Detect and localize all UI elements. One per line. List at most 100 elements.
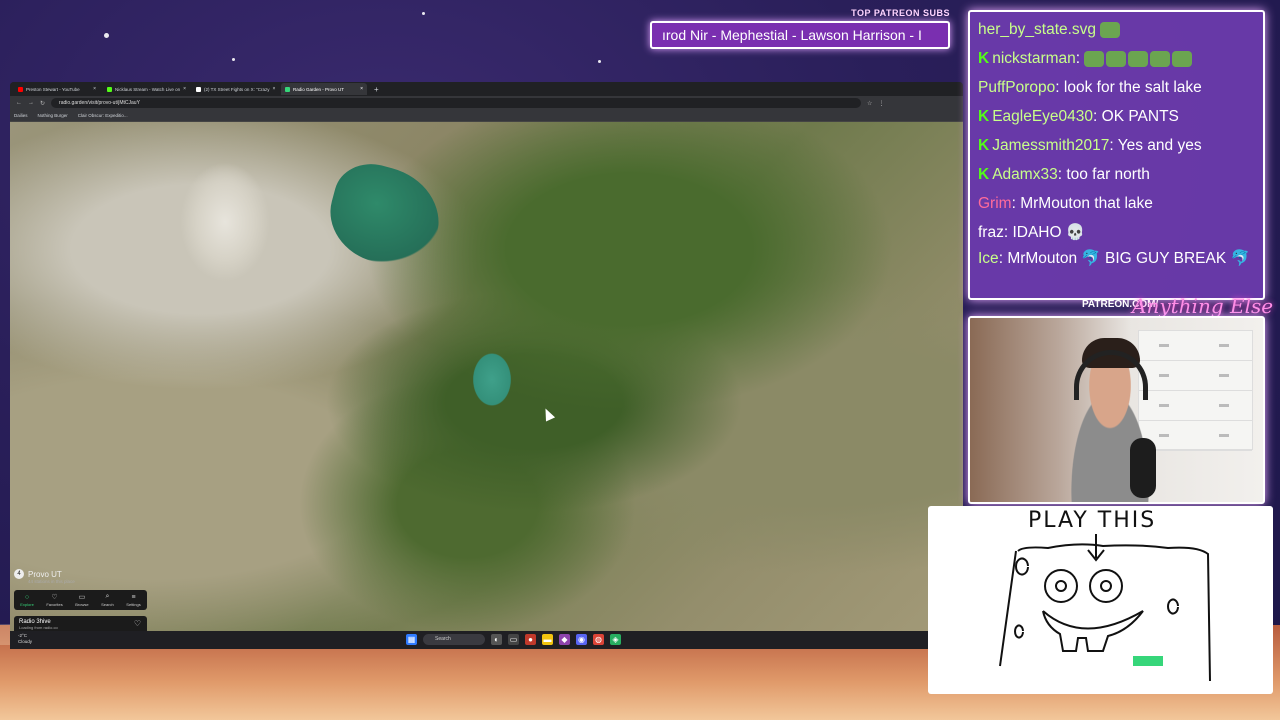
nav-browse[interactable]: ▭ Browse xyxy=(75,593,88,607)
spongebob-doodle-icon xyxy=(999,534,1211,682)
weather-widget[interactable]: -2°C Cloudy xyxy=(18,633,32,645)
nav-label: Explore xyxy=(20,601,34,607)
bookmark-item[interactable]: Clair Obscur: Expeditio... xyxy=(78,113,128,118)
bookmark-item[interactable]: Dailies xyxy=(14,113,28,118)
chat-username: PuffPoropo xyxy=(978,79,1056,96)
app-icon[interactable]: ◈ xyxy=(610,634,621,645)
chat-message: Ice: MrMouton 🐬 BIG GUY BREAK 🐬 xyxy=(978,250,1250,267)
chat-message: Grim: MrMouton that lake xyxy=(978,195,1153,212)
task-view-icon[interactable]: ▭ xyxy=(508,634,519,645)
chat-username: Adamx33 xyxy=(992,166,1058,183)
app-icon[interactable]: ● xyxy=(525,634,536,645)
chat-username: Grim xyxy=(978,195,1012,212)
mouse-cursor-icon xyxy=(540,406,556,422)
satellite-globe-map[interactable]: 4 Provo UT 44 stations in this place ○ E… xyxy=(10,122,963,649)
sky-star xyxy=(104,33,109,38)
x-icon xyxy=(196,86,201,92)
frog-emote-icon xyxy=(1100,21,1121,38)
new-tab-button[interactable]: + xyxy=(370,85,383,94)
nav-label: Browse xyxy=(75,602,89,607)
tab-x[interactable]: (2) TX Street Fights on X: "Crazy × xyxy=(192,83,278,95)
search-icon: ⌕ xyxy=(105,593,110,600)
tab-kick[interactable]: Nicklaus Stream - Watch Live on × xyxy=(103,83,189,95)
nav-explore[interactable]: ○ Explore xyxy=(20,594,34,607)
salt-flats xyxy=(180,162,270,282)
chat-username: fraz xyxy=(978,224,1004,241)
tab-bar: Preston Stewart - YouTube × Nicklaus Str… xyxy=(10,82,963,96)
microphone-icon xyxy=(1130,438,1156,498)
browse-icon: ▭ xyxy=(78,594,86,601)
copilot-icon[interactable]: ◐ xyxy=(491,634,502,645)
chrome-icon[interactable]: ◍ xyxy=(593,634,604,645)
tab-label: Nicklaus Stream - Watch Live on xyxy=(115,86,181,92)
nav-label: Favorites xyxy=(46,602,63,607)
viewer-drawing: PLAY THIS xyxy=(928,506,1273,694)
chat-message: K Adamx33: too far north xyxy=(978,160,1255,189)
nav-label: Search xyxy=(101,602,114,607)
kick-badge-icon: K xyxy=(978,137,990,154)
explore-icon: ○ xyxy=(24,593,30,601)
app-icon[interactable]: ◆ xyxy=(559,634,570,645)
location-subtitle: 44 stations in this place xyxy=(28,579,75,584)
forward-icon[interactable]: → xyxy=(28,100,34,106)
chat-username: nickstarman xyxy=(992,50,1076,67)
frog-emote-icon xyxy=(1172,50,1193,67)
close-tab-icon[interactable]: × xyxy=(93,86,96,92)
reload-icon[interactable]: ↻ xyxy=(40,100,45,107)
patreon-subs-ticker: TOP PATREON SUBS ırod Nir - Mephestial -… xyxy=(650,8,950,49)
radio-garden-icon xyxy=(285,86,290,92)
close-tab-icon[interactable]: × xyxy=(360,86,363,92)
url-input[interactable]: radio.garden/visit/provo-ut/jMtCJauY xyxy=(51,98,862,108)
location-name: Provo UT xyxy=(28,569,62,579)
file-explorer-icon[interactable]: ▬ xyxy=(542,634,553,645)
patreon-subs-header: TOP PATREON SUBS xyxy=(851,8,950,18)
chat-message: Knickstarman: xyxy=(978,44,1255,73)
location-pin-icon: 4 xyxy=(14,569,24,579)
heart-icon: ♡ xyxy=(51,594,58,601)
close-tab-icon[interactable]: × xyxy=(273,86,276,92)
nav-favorites[interactable]: ♡ Favorites xyxy=(46,593,62,607)
chat-text: OK PANTS xyxy=(1101,108,1179,125)
great-salt-lake xyxy=(319,155,451,276)
channel-logo: Anything Else xyxy=(1132,294,1274,318)
chat-username: Jamessmith2017 xyxy=(992,137,1110,154)
settings-icon: ≡ xyxy=(131,593,136,601)
chat-text: Yes and yes xyxy=(1117,137,1202,154)
chat-message: her_by_state.svg xyxy=(978,15,1255,44)
sky-star xyxy=(232,58,235,61)
back-icon[interactable]: ← xyxy=(16,100,22,106)
chat-overlay: her_by_state.svg Knickstarman: PuffPorop… xyxy=(968,10,1265,300)
sky-star xyxy=(598,60,601,63)
windows-taskbar: -2°C Cloudy ▦ Search ◐ ▭ ● ▬ ◆ ◉ ◍ ◈ xyxy=(10,631,928,649)
tab-label: Radio Garden - Provo UT xyxy=(293,86,345,92)
bookmark-item[interactable]: Nothing Burger xyxy=(38,113,68,118)
frog-emote-icon xyxy=(1150,50,1171,67)
patreon-subs-names: ırod Nir - Mephestial - Lawson Harrison … xyxy=(650,21,950,49)
address-bar-row: ← → ↻ radio.garden/visit/provo-ut/jMtCJa… xyxy=(10,96,963,110)
windows-start-icon[interactable]: ▦ xyxy=(406,634,417,645)
discord-icon[interactable]: ◉ xyxy=(576,634,587,645)
taskbar-search[interactable]: Search xyxy=(423,634,485,645)
nav-settings[interactable]: ≡ Settings xyxy=(126,594,140,607)
browser-window: Preston Stewart - YouTube × Nicklaus Str… xyxy=(10,82,963,649)
chat-message: fraz: IDAHO 💀 xyxy=(978,224,1086,241)
close-tab-icon[interactable]: × xyxy=(183,86,186,92)
nav-search[interactable]: ⌕ Search xyxy=(101,593,114,607)
chat-text: look for the salt lake xyxy=(1063,79,1202,96)
tab-label: (2) TX Street Fights on X: "Crazy xyxy=(204,86,270,92)
favorite-heart-icon[interactable]: ♡ xyxy=(134,619,141,628)
extensions-icon[interactable]: ⋮ xyxy=(878,100,884,107)
tab-youtube[interactable]: Preston Stewart - YouTube × xyxy=(14,83,100,95)
chat-message: K Jamessmith2017: Yes and yes xyxy=(978,131,1255,160)
chat-username: her_by_state.svg xyxy=(978,21,1097,38)
chat-username: Ice xyxy=(978,250,999,267)
frog-emote-icon xyxy=(1106,50,1127,67)
tab-radio-garden[interactable]: Radio Garden - Provo UT × xyxy=(281,83,367,95)
location-header[interactable]: 4 Provo UT xyxy=(14,569,147,579)
utah-lake xyxy=(472,352,512,407)
tab-label: Preston Stewart - YouTube xyxy=(26,86,80,92)
sky-star xyxy=(422,12,425,15)
bookmark-star-icon[interactable]: ☆ xyxy=(867,100,872,107)
nav-label: Settings xyxy=(126,601,141,607)
frog-emote-icon xyxy=(1084,50,1105,67)
